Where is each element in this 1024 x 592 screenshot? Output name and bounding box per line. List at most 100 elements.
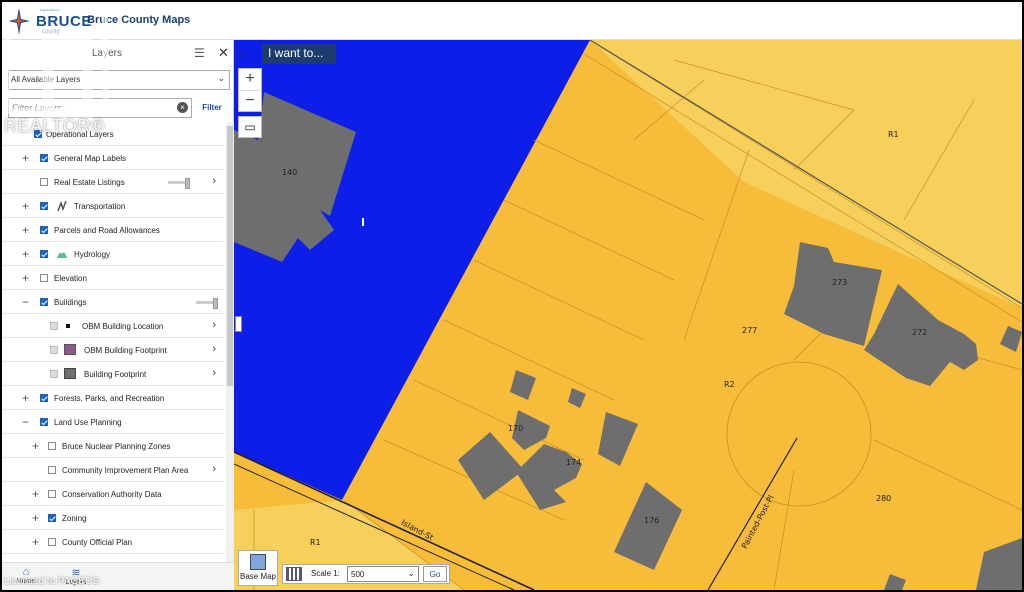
layer-checkbox[interactable] bbox=[48, 442, 56, 450]
layer-row[interactable]: + Conservation Authority Data bbox=[2, 482, 224, 506]
layer-checkbox[interactable] bbox=[40, 298, 48, 306]
filter-button[interactable]: Filter bbox=[196, 98, 228, 118]
i-want-to-button[interactable]: I want to... bbox=[262, 44, 336, 64]
layer-checkbox[interactable] bbox=[50, 370, 58, 378]
layer-row[interactable]: + Zoning bbox=[2, 506, 224, 530]
layer-checkbox[interactable] bbox=[40, 154, 48, 162]
realtor-logo-watermark bbox=[4, 4, 108, 120]
footprint-symbol-icon bbox=[64, 344, 76, 355]
chevron-right-icon[interactable]: › bbox=[212, 175, 216, 187]
clear-icon[interactable]: × bbox=[177, 102, 188, 113]
close-icon[interactable]: ✕ bbox=[218, 45, 229, 61]
book-icon[interactable]: ▭ bbox=[238, 116, 262, 138]
layer-label: Parcels and Road Allowances bbox=[54, 226, 160, 235]
layer-label: Zoning bbox=[62, 514, 87, 523]
list-icon[interactable]: ☰ bbox=[194, 46, 205, 60]
layer-label: Hydrology bbox=[74, 250, 111, 259]
collapse-icon[interactable]: − bbox=[22, 415, 29, 429]
zoom-out-button[interactable]: − bbox=[239, 91, 261, 113]
layer-row[interactable]: Community Improvement Plan Area › bbox=[2, 458, 224, 482]
parcel-label-280: 280 bbox=[876, 494, 892, 503]
scale-label: Scale 1: bbox=[311, 569, 340, 578]
layer-label: Transportation bbox=[74, 202, 126, 211]
layer-checkbox[interactable] bbox=[40, 226, 48, 234]
layer-checkbox[interactable] bbox=[48, 466, 56, 474]
scrollbar-thumb[interactable] bbox=[227, 126, 233, 386]
layer-checkbox[interactable] bbox=[40, 394, 48, 402]
map-view[interactable]: 140 R1 273 272 277 R2 170 174 176 280 R1… bbox=[234, 40, 1022, 590]
layer-checkbox[interactable] bbox=[40, 178, 48, 186]
layer-checkbox[interactable] bbox=[50, 346, 58, 354]
collapse-panel-icon[interactable]: ‹ bbox=[240, 46, 244, 61]
layer-checkbox[interactable] bbox=[40, 250, 48, 258]
layer-tree-scrollbar[interactable] bbox=[226, 122, 234, 562]
basemap-button[interactable]: Base Map bbox=[238, 550, 278, 586]
layer-checkbox[interactable] bbox=[50, 322, 58, 330]
layer-row[interactable]: + Parcels and Road Allowances bbox=[2, 218, 224, 242]
layer-checkbox[interactable] bbox=[48, 538, 56, 546]
layer-row[interactable]: + Hydrology bbox=[2, 242, 224, 266]
collapse-icon[interactable]: − bbox=[22, 295, 29, 309]
layer-label: Forests, Parks, and Recreation bbox=[54, 394, 165, 403]
opacity-slider[interactable] bbox=[168, 178, 190, 189]
expand-icon[interactable]: + bbox=[22, 247, 29, 261]
expand-icon[interactable]: + bbox=[32, 487, 39, 501]
layer-row[interactable]: + Transportation bbox=[2, 194, 224, 218]
opacity-slider[interactable] bbox=[196, 298, 218, 309]
scale-select[interactable]: 500 ⌄ bbox=[347, 566, 419, 582]
layer-row[interactable]: OBM Building Footprint › bbox=[2, 338, 224, 362]
zoom-in-button[interactable]: + bbox=[239, 69, 261, 91]
scale-go-button[interactable]: Go bbox=[423, 566, 447, 582]
scale-control: Scale 1: 500 ⌄ Go bbox=[282, 564, 450, 584]
expand-icon[interactable]: + bbox=[22, 223, 29, 237]
scale-value: 500 bbox=[351, 570, 365, 579]
parcel-label-273: 273 bbox=[832, 278, 848, 287]
layer-row[interactable]: + Elevation bbox=[2, 266, 224, 290]
layer-checkbox[interactable] bbox=[48, 514, 56, 522]
layer-row[interactable]: + General Map Labels bbox=[2, 146, 224, 170]
layer-checkbox[interactable] bbox=[40, 202, 48, 210]
layer-row[interactable]: + County Official Plan bbox=[2, 530, 224, 554]
layer-row[interactable]: OBM Building Location › bbox=[2, 314, 224, 338]
layer-row[interactable]: + Forests, Parks, and Recreation bbox=[2, 386, 224, 410]
layer-checkbox[interactable] bbox=[40, 418, 48, 426]
expand-icon[interactable]: + bbox=[22, 391, 29, 405]
expand-icon[interactable]: + bbox=[32, 535, 39, 549]
point-symbol-icon bbox=[66, 324, 70, 328]
map-canvas[interactable] bbox=[234, 40, 1022, 590]
chevron-right-icon[interactable]: › bbox=[212, 367, 216, 379]
layer-label: Real Estate Listings bbox=[54, 178, 125, 187]
app-window: experience BRUCE county Bruce County Map… bbox=[2, 2, 1022, 590]
water-icon bbox=[57, 252, 67, 258]
expand-icon[interactable]: + bbox=[32, 439, 39, 453]
expand-icon[interactable]: + bbox=[22, 151, 29, 165]
chevron-down-icon: ⌄ bbox=[217, 73, 225, 83]
layer-checkbox[interactable] bbox=[48, 490, 56, 498]
layer-row[interactable]: Building Footprint › bbox=[2, 362, 224, 386]
zone-label-r1-bottom: R1 bbox=[310, 538, 321, 547]
layer-label: OBM Building Location bbox=[82, 322, 164, 331]
parcel-label-176: 176 bbox=[644, 516, 660, 525]
chevron-right-icon[interactable]: › bbox=[212, 463, 216, 475]
building-symbol-icon bbox=[64, 368, 76, 379]
zoom-control: + − bbox=[238, 68, 262, 112]
panel-resize-handle[interactable] bbox=[235, 316, 242, 332]
expand-icon[interactable]: + bbox=[32, 511, 39, 525]
expand-icon[interactable]: + bbox=[22, 271, 29, 285]
layer-row[interactable]: Real Estate Listings › bbox=[2, 170, 224, 194]
chevron-right-icon[interactable]: › bbox=[212, 319, 216, 331]
layer-label: Bruce Nuclear Planning Zones bbox=[62, 442, 171, 451]
parcel-label-277: 277 bbox=[742, 326, 758, 335]
parcel-label-170: 170 bbox=[508, 424, 524, 433]
parcel-label-272: 272 bbox=[912, 328, 928, 337]
chevron-right-icon[interactable]: › bbox=[212, 343, 216, 355]
layer-checkbox[interactable] bbox=[40, 274, 48, 282]
layer-row[interactable]: − Buildings bbox=[2, 290, 224, 314]
basemap-label: Base Map bbox=[239, 572, 277, 581]
zone-label-r1-top: R1 bbox=[888, 130, 899, 139]
basemap-icon bbox=[250, 554, 266, 570]
layer-row[interactable]: − Land Use Planning bbox=[2, 410, 224, 434]
layer-label: Community Improvement Plan Area bbox=[62, 466, 189, 475]
expand-icon[interactable]: + bbox=[22, 199, 29, 213]
layer-row[interactable]: + Bruce Nuclear Planning Zones bbox=[2, 434, 224, 458]
